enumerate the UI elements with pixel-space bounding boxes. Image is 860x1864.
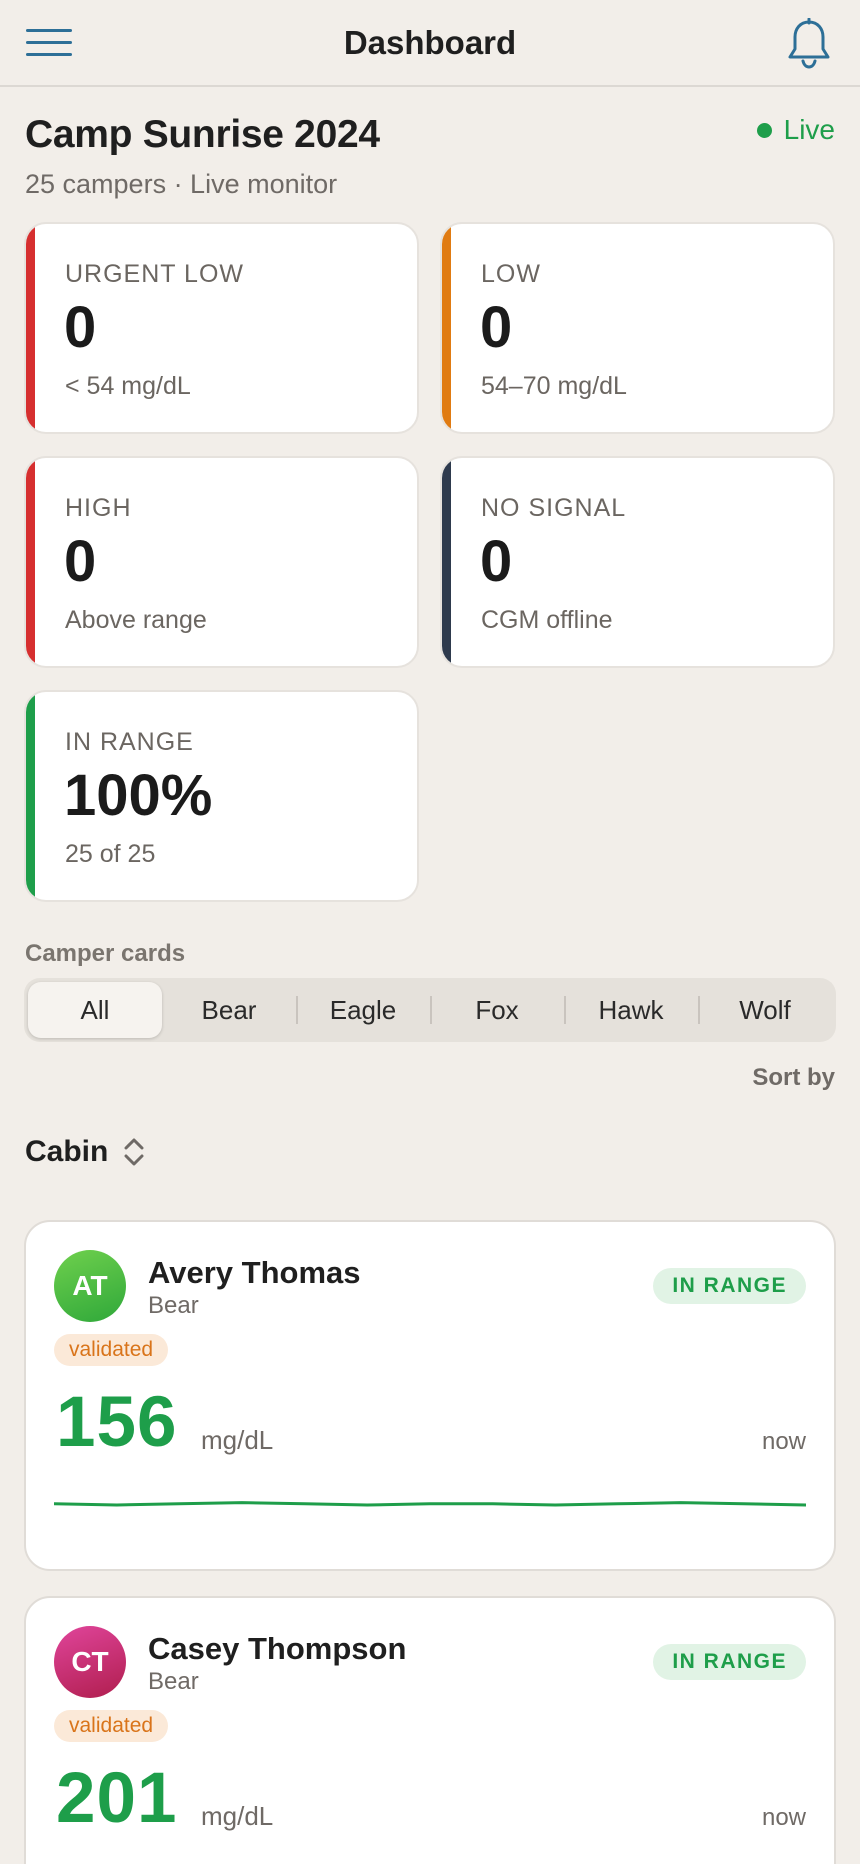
camper-name: Casey Thompson (148, 1631, 407, 1666)
stat-card-high[interactable]: HIGH 0 Above range (24, 456, 419, 668)
camp-subtitle: 25 campers · Live monitor (25, 169, 338, 199)
sort-value: Cabin (25, 1135, 109, 1168)
reading-time: now (761, 1428, 806, 1455)
stat-label: NO SIGNAL (481, 494, 627, 522)
stat-note: Above range (65, 606, 207, 634)
live-indicator: Live (756, 114, 835, 146)
sort-by-label[interactable]: Sort by (752, 1064, 835, 1092)
validated-tag: validated (54, 1334, 169, 1366)
stat-color-bar (26, 224, 35, 432)
stat-value: 0 (480, 295, 513, 360)
filter-section-label: Camper cards (25, 940, 186, 967)
camp-header: Camp Sunrise 2024 25 campers · Live moni… (25, 113, 380, 200)
stat-color-bar (26, 458, 35, 666)
top-bar: Dashboard (0, 0, 860, 87)
filter-option-hawk[interactable]: Hawk (564, 982, 698, 1038)
stat-value: 0 (480, 529, 513, 594)
filter-option-all[interactable]: All (28, 982, 162, 1038)
stat-card-urgent-low[interactable]: URGENT LOW 0 < 54 mg/dL (24, 222, 419, 434)
filter-option-eagle[interactable]: Eagle (296, 982, 430, 1038)
menu-icon[interactable] (26, 29, 72, 57)
camper-card[interactable]: AT Avery Thomas Bear IN RANGE validated … (24, 1220, 836, 1571)
stat-note: CGM offline (481, 606, 613, 634)
stat-label: HIGH (65, 494, 132, 522)
glucose-value: 201 (56, 1759, 178, 1838)
live-label: Live (783, 114, 835, 145)
glucose-value: 156 (56, 1383, 178, 1462)
camper-cabin: Bear (148, 1292, 199, 1319)
stat-note: < 54 mg/dL (65, 372, 191, 400)
sort-chevrons-icon (124, 1138, 144, 1166)
sort-selector[interactable]: Cabin (25, 1135, 146, 1169)
stat-label: LOW (481, 260, 541, 288)
camper-name: Avery Thomas (148, 1255, 361, 1290)
stat-card-low[interactable]: LOW 0 54–70 mg/dL (440, 222, 835, 434)
glucose-trend-sparkline (54, 1501, 806, 1507)
page-title: Dashboard (343, 23, 517, 61)
stat-note: 25 of 25 (65, 840, 156, 868)
stat-color-bar (442, 458, 451, 666)
filter-option-bear[interactable]: Bear (162, 982, 296, 1038)
avatar: AT (54, 1250, 126, 1322)
glucose-unit: mg/dL (201, 1801, 274, 1831)
live-dot-icon (756, 122, 772, 138)
stat-color-bar (26, 692, 35, 900)
camper-cabin: Bear (148, 1668, 199, 1695)
stat-color-bar (442, 224, 451, 432)
stat-card-no-signal[interactable]: NO SIGNAL 0 CGM offline (440, 456, 835, 668)
stat-value: 0 (64, 295, 97, 360)
stat-value: 100% (64, 763, 213, 828)
cabin-filter-control: All Bear Eagle Fox Hawk Wolf (24, 978, 836, 1042)
filter-option-wolf[interactable]: Wolf (698, 982, 832, 1038)
stat-card-in-range[interactable]: IN RANGE 100% 25 of 25 (24, 690, 419, 902)
stat-note: 54–70 mg/dL (481, 372, 627, 400)
status-badge: IN RANGE (653, 1268, 806, 1304)
stat-label: IN RANGE (65, 728, 194, 756)
filter-option-fox[interactable]: Fox (430, 982, 564, 1038)
camp-name: Camp Sunrise 2024 (25, 113, 380, 156)
stat-value: 0 (64, 529, 97, 594)
glucose-unit: mg/dL (201, 1425, 274, 1455)
status-badge: IN RANGE (653, 1644, 806, 1680)
stat-label: URGENT LOW (65, 260, 244, 288)
avatar: CT (54, 1626, 126, 1698)
reading-time: now (761, 1804, 806, 1831)
trend-line (54, 1501, 806, 1507)
camper-card[interactable]: CT Casey Thompson Bear IN RANGE validate… (24, 1596, 836, 1864)
bell-icon[interactable] (786, 18, 832, 70)
validated-tag: validated (54, 1710, 169, 1742)
